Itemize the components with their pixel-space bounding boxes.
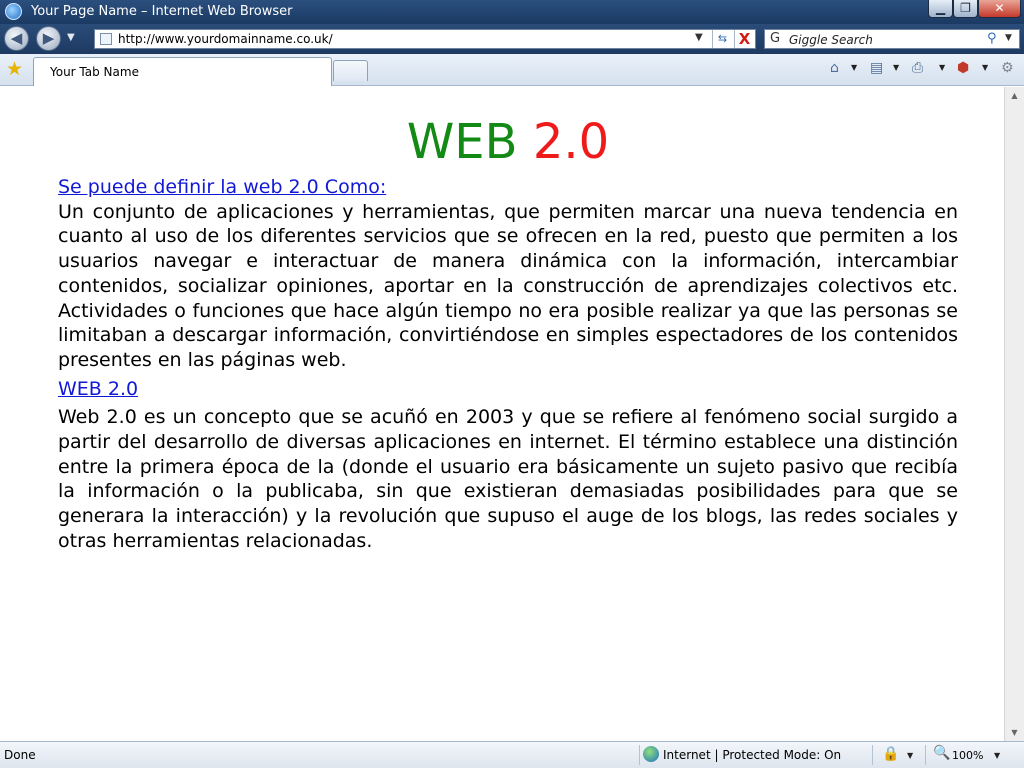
favorites-star-icon[interactable]: ★ — [6, 59, 23, 79]
search-box[interactable]: G Giggle Search ⚲ ▼ — [764, 29, 1020, 49]
print-icon[interactable]: ⎙ — [912, 59, 923, 77]
zoom-dropdown-icon[interactable]: ▼ — [994, 751, 1000, 760]
scroll-up-icon[interactable]: ▲ — [1005, 87, 1024, 104]
home-dropdown-icon[interactable]: ▼ — [851, 63, 857, 72]
tab-active[interactable]: Your Tab Name — [33, 57, 332, 86]
new-tab-button[interactable] — [333, 60, 368, 81]
security-zone-text[interactable]: Internet | Protected Mode: On — [663, 748, 841, 762]
browser-logo-icon — [5, 3, 22, 20]
maximize-icon: ❐ — [960, 1, 971, 15]
back-button[interactable]: ◀ — [4, 26, 29, 51]
navigation-bar: ◀ ▶ ▼ http://www.yourdomainname.co.uk/ ▼… — [0, 24, 1024, 54]
zoom-magnifier-icon[interactable]: 🔍 — [933, 745, 950, 761]
feeds-icon[interactable]: ▤ — [870, 59, 883, 77]
refresh-icon[interactable]: ⇆ — [712, 30, 732, 48]
vertical-scrollbar[interactable]: ▲ ▼ — [1004, 87, 1024, 741]
tab-row: ★ Your Tab Name ⌂ ▼ ▤ ▼ ⎙ ▼ ⬢ ▼ ⚙ — [0, 54, 1024, 86]
maximize-button[interactable]: ❐ — [953, 0, 978, 18]
search-engine-icon: G — [770, 31, 781, 46]
scroll-down-icon[interactable]: ▼ — [1005, 724, 1024, 741]
tools-gear-icon[interactable]: ⚙ — [1001, 59, 1014, 77]
safety-dropdown-icon[interactable]: ▼ — [982, 63, 988, 72]
forward-arrow-icon: ▶ — [42, 29, 55, 47]
internet-zone-globe-icon — [643, 746, 659, 762]
concept-paragraph: Web 2.0 es un concepto que se acuñó en 2… — [58, 406, 958, 552]
search-icon[interactable]: ⚲ — [987, 31, 997, 46]
web20-link[interactable]: WEB 2.0 — [58, 377, 958, 402]
stop-icon[interactable]: X — [734, 30, 754, 48]
lock-dropdown-icon[interactable]: ▼ — [907, 751, 913, 760]
status-divider — [639, 745, 640, 765]
page-content: WEB 2.0 Se puede definir la web 2.0 Como… — [0, 87, 1004, 741]
feeds-dropdown-icon[interactable]: ▼ — [893, 63, 899, 72]
page-title-version: 2.0 — [532, 114, 610, 170]
home-icon[interactable]: ⌂ — [830, 59, 839, 77]
close-button[interactable]: ✕ — [978, 0, 1021, 18]
close-icon: ✕ — [994, 1, 1005, 15]
article: Se puede definir la web 2.0 Como: Un con… — [58, 175, 958, 558]
status-divider — [925, 745, 926, 765]
page-icon — [100, 33, 112, 45]
definition-link[interactable]: Se puede definir la web 2.0 Como: — [58, 175, 958, 200]
zoom-level[interactable]: 100% — [952, 749, 983, 762]
search-options-dropdown-icon[interactable]: ▼ — [1005, 33, 1012, 43]
title-bar: Your Page Name – Internet Web Browser ▁ … — [0, 0, 1024, 24]
page-title-web: WEB — [406, 114, 518, 170]
definition-paragraph: Un conjunto de aplicaciones y herramient… — [58, 200, 958, 371]
tab-label: Your Tab Name — [50, 65, 139, 79]
status-bar: Done Internet | Protected Mode: On 🔒 ▼ 🔍… — [0, 741, 1024, 768]
lock-icon[interactable]: 🔒 — [882, 746, 899, 762]
forward-button[interactable]: ▶ — [36, 26, 61, 51]
status-divider — [872, 745, 873, 765]
print-dropdown-icon[interactable]: ▼ — [939, 63, 945, 72]
safety-shield-icon[interactable]: ⬢ — [957, 59, 969, 77]
address-input[interactable]: http://www.yourdomainname.co.uk/ — [118, 32, 333, 46]
page-title: WEB 2.0 — [0, 113, 1004, 171]
address-bar[interactable]: http://www.yourdomainname.co.uk/ ▼ ⇆ X — [94, 29, 756, 49]
history-dropdown-icon[interactable]: ▼ — [67, 32, 75, 43]
status-text: Done — [4, 748, 36, 762]
minimize-icon: ▁ — [935, 1, 946, 15]
search-input[interactable]: Giggle Search — [789, 33, 873, 47]
address-dropdown-icon[interactable]: ▼ — [695, 32, 703, 43]
back-arrow-icon: ◀ — [10, 29, 23, 47]
minimize-button[interactable]: ▁ — [928, 0, 953, 18]
window-title: Your Page Name – Internet Web Browser — [31, 4, 293, 19]
